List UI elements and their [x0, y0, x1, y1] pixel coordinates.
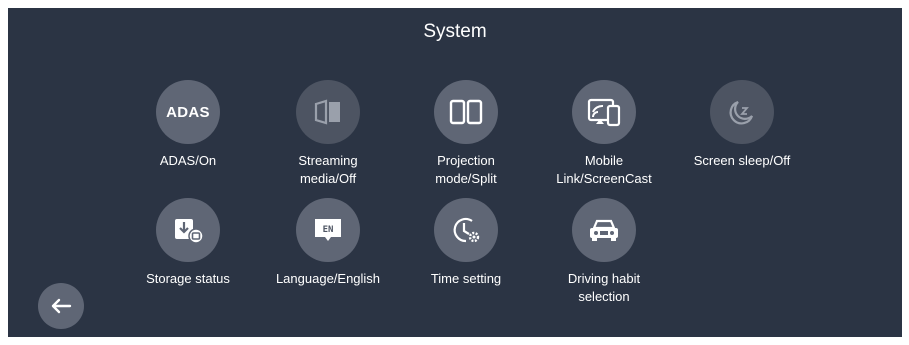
car-icon [590, 219, 618, 241]
screen-sleep-icon [729, 100, 754, 125]
projection-mode-label: Projection mode/Split [435, 153, 497, 186]
adas-button[interactable]: ADAS [156, 80, 220, 144]
language-label: Language/English [275, 271, 381, 286]
split-screen-icon [449, 99, 483, 125]
driving-habit-label: Driving habit selection [567, 271, 641, 304]
language-tile[interactable]: EN Language/English [263, 198, 393, 288]
clock-settings-icon [453, 217, 480, 243]
time-setting-label: Time setting [430, 271, 502, 286]
driving-habit-button[interactable] [572, 198, 636, 262]
adas-tile[interactable]: ADAS ADAS/On [123, 80, 253, 170]
adas-label: ADAS/On [159, 153, 217, 168]
storage-status-tile[interactable]: Storage status [123, 198, 253, 288]
storage-status-button[interactable] [156, 198, 220, 262]
storage-icon [175, 219, 204, 244]
storage-status-label: Storage status [146, 271, 230, 286]
back-arrow-icon [51, 298, 72, 314]
streaming-media-icon [314, 99, 340, 125]
time-setting-tile[interactable]: Time setting [401, 198, 531, 288]
back-button[interactable] [38, 283, 84, 329]
page-title: System [423, 21, 487, 42]
screen-sleep-button[interactable] [710, 80, 774, 144]
streaming-media-tile[interactable]: Streaming media/Off [263, 80, 393, 188]
screen-sleep-tile[interactable]: Screen sleep/Off [677, 80, 807, 170]
driving-habit-tile[interactable]: Driving habit selection [539, 198, 669, 306]
time-setting-button[interactable] [434, 198, 498, 262]
screencast-icon [587, 98, 621, 127]
mobile-link-tile[interactable]: Mobile Link/ScreenCast [539, 80, 669, 188]
projection-mode-button[interactable] [434, 80, 498, 144]
language-button[interactable]: EN [296, 198, 360, 262]
language-icon: EN [315, 219, 341, 241]
svg-text:EN: EN [323, 225, 334, 235]
mobile-link-label: Mobile Link/ScreenCast [556, 153, 652, 186]
mobile-link-button[interactable] [572, 80, 636, 144]
projection-mode-tile[interactable]: Projection mode/Split [401, 80, 531, 188]
streaming-media-button[interactable] [296, 80, 360, 144]
system-screen: System ADAS ADAS/On Streaming media/Off … [8, 8, 902, 337]
streaming-media-label: Streaming media/Off [298, 153, 358, 186]
adas-icon: ADAS [166, 103, 210, 121]
screen-sleep-label: Screen sleep/Off [693, 153, 791, 168]
